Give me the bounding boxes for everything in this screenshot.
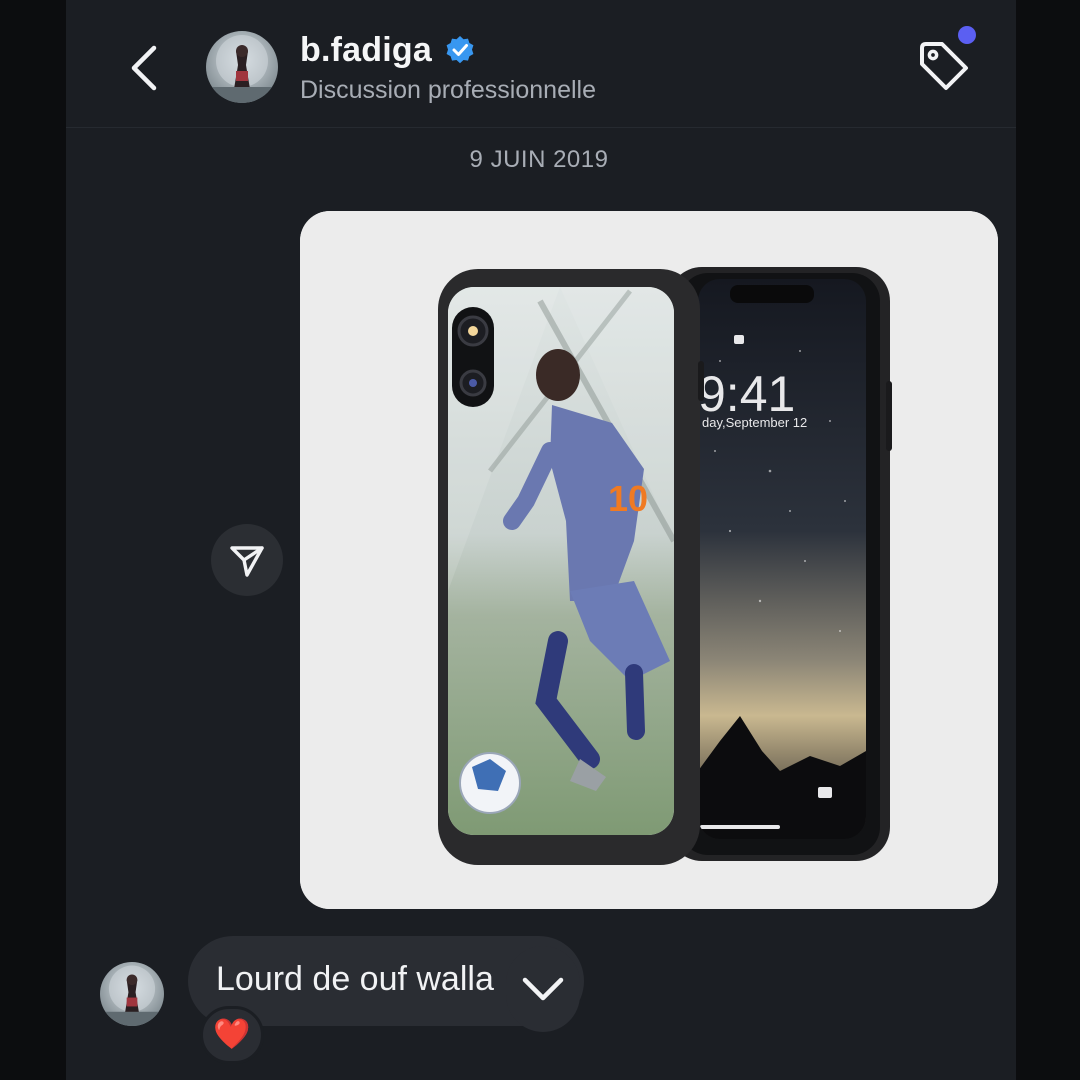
avatar[interactable]: [206, 31, 278, 103]
expand-message-button[interactable]: [506, 946, 580, 1032]
share-button[interactable]: [211, 524, 283, 596]
message-text: Lourd de ouf walla: [216, 960, 494, 998]
heart-icon: ❤️: [213, 1018, 251, 1051]
date-separator: 9 JUIN 2019: [469, 146, 609, 173]
svg-text:9:41: 9:41: [698, 366, 795, 422]
label-tag-button[interactable]: [916, 38, 972, 94]
contact-username: b.fadiga: [300, 30, 432, 69]
svg-text:day,September 12: day,September 12: [702, 415, 807, 430]
profile-picture: [100, 962, 164, 1026]
image-message[interactable]: 9:41 day,September 12 10: [300, 211, 998, 909]
svg-text:10: 10: [608, 478, 648, 519]
profile-picture: [206, 31, 278, 103]
chevron-down-icon: [522, 977, 564, 1001]
chat-header: b.fadiga Discussion professionnelle: [66, 0, 1016, 128]
heart-reaction[interactable]: ❤️: [200, 1006, 264, 1064]
chat-subtitle: Discussion professionnelle: [300, 76, 596, 104]
notification-dot: [958, 26, 976, 44]
phone-case-photo: 9:41 day,September 12 10: [300, 211, 998, 909]
back-chevron-icon: [131, 45, 157, 91]
chat-screen: b.fadiga Discussion professionnelle 9 JU…: [66, 0, 1016, 1080]
verified-badge-icon: [446, 36, 474, 64]
tag-icon: [920, 42, 968, 90]
sender-avatar[interactable]: [100, 962, 164, 1026]
back-button[interactable]: [126, 40, 166, 96]
share-send-icon: [230, 546, 264, 577]
contact-name-row[interactable]: b.fadiga: [300, 28, 476, 72]
